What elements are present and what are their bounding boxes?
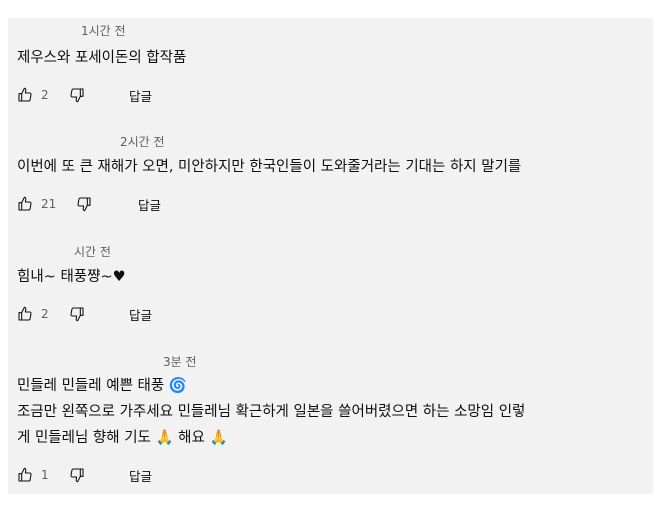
like-count: 1 <box>41 468 49 482</box>
comment-text: 이번에 또 큰 재해가 오면, 미안하지만 한국인들이 도와줄거라는 기대는 하… <box>17 154 521 180</box>
thumbs-down-icon[interactable] <box>69 87 85 103</box>
comment-line: 제우스와 포세이돈의 합작품 <box>17 50 187 66</box>
comment-text: 제우스와 포세이돈의 합작품 <box>17 45 186 71</box>
like-count: 2 <box>41 307 49 321</box>
reply-button[interactable]: 답글 <box>129 466 152 485</box>
comment-actions: 2 답글 <box>17 304 217 324</box>
thumbs-down-icon[interactable] <box>69 306 85 322</box>
comment-timestamp: 3분 전 <box>163 355 197 369</box>
reply-button[interactable]: 답글 <box>129 305 152 324</box>
comment-timestamp: 2시간 전 <box>120 135 165 149</box>
author-name-redacted <box>16 354 162 368</box>
thumbs-up-icon[interactable] <box>17 467 33 483</box>
thumbs-up-icon[interactable] <box>17 87 33 103</box>
comment-text: 힘내~ 태풍쨩~♥ <box>17 264 126 290</box>
thumbs-down-icon[interactable] <box>76 196 92 212</box>
comments-panel: 1시간 전 제우스와 포세이돈의 합작품 2 답글 2시간 전 이번에 또 큰 … <box>8 18 653 494</box>
thumbs-up-icon[interactable] <box>17 306 33 322</box>
reply-button[interactable]: 답글 <box>129 86 152 105</box>
comment-line: 게 민들레님 향해 기도 🙏 해요 🙏 <box>17 430 228 446</box>
comment-actions: 1 답글 <box>17 465 217 485</box>
author-name-redacted <box>16 244 74 258</box>
like-count: 21 <box>41 197 57 211</box>
comment-timestamp: 1시간 전 <box>81 24 126 38</box>
comment-timestamp: 시간 전 <box>74 245 111 259</box>
thumbs-up-icon[interactable] <box>17 196 33 212</box>
comment-actions: 21 답글 <box>17 194 237 214</box>
comment-actions: 2 답글 <box>17 85 217 105</box>
comment-line: 조금만 왼쪽으로 가주세요 민들레님 확근하게 일본을 쓸어버렸으면 하는 소망… <box>17 404 526 420</box>
comment-text: 민들레 민들레 예쁜 태풍 🌀 조금만 왼쪽으로 가주세요 민들레님 확근하게 … <box>17 373 525 451</box>
comment-line: 이번에 또 큰 재해가 오면, 미안하지만 한국인들이 도와줄거라는 기대는 하… <box>17 159 522 175</box>
like-count: 2 <box>41 88 49 102</box>
comment-line: 민들레 민들레 예쁜 태풍 🌀 <box>17 378 187 394</box>
reply-button[interactable]: 답글 <box>138 195 161 214</box>
author-name-redacted <box>16 22 78 36</box>
author-name-redacted <box>16 134 120 148</box>
comment-line: 힘내~ 태풍쨩~♥ <box>17 269 126 285</box>
thumbs-down-icon[interactable] <box>69 467 85 483</box>
